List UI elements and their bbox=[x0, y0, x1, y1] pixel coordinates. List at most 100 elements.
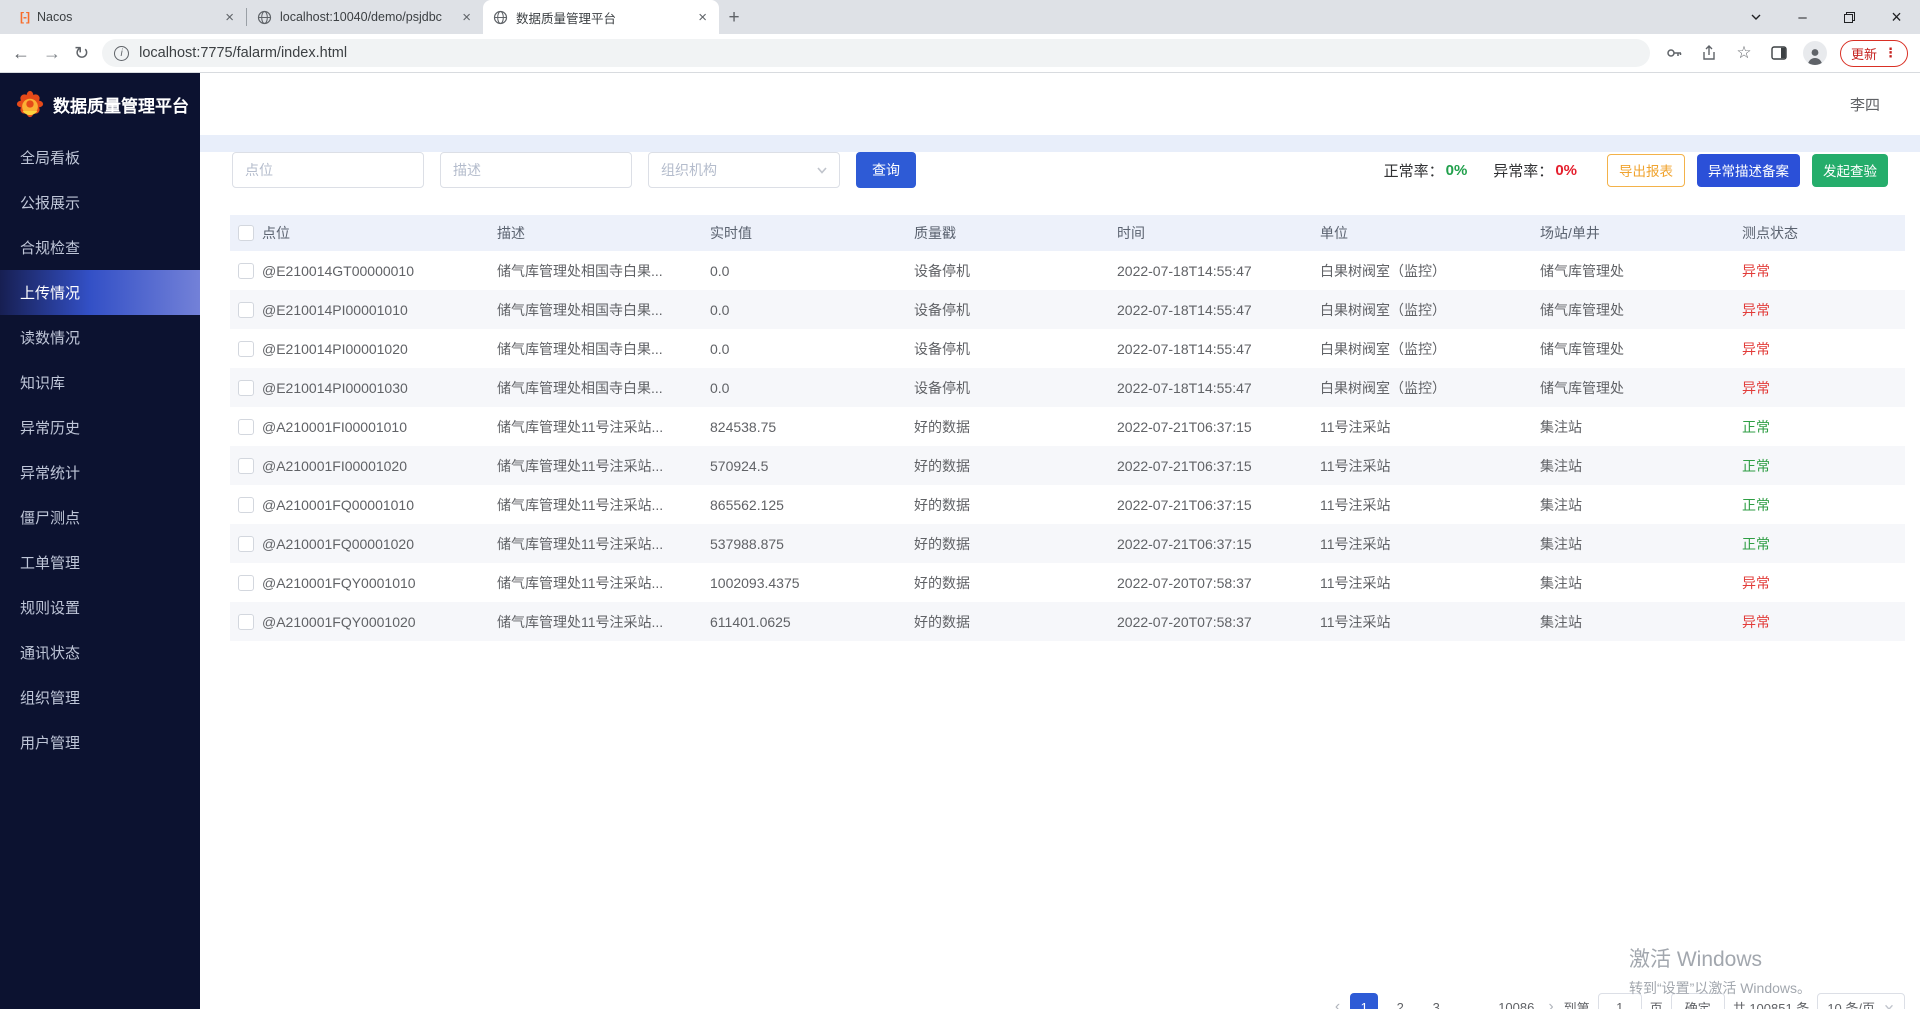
profile-avatar[interactable] bbox=[1803, 41, 1827, 65]
select-all-checkbox[interactable] bbox=[230, 225, 262, 241]
password-key-icon[interactable] bbox=[1663, 44, 1685, 62]
row-checkbox[interactable] bbox=[230, 380, 262, 396]
bookmark-star-icon[interactable]: ☆ bbox=[1733, 43, 1755, 63]
petro-flower-logo-icon bbox=[16, 90, 44, 118]
browser-menu-dots-icon[interactable]: ⋮ bbox=[1884, 45, 1897, 61]
per-page-select[interactable]: 10 条/页 bbox=[1817, 993, 1905, 1009]
cell-quality: 好的数据 bbox=[914, 417, 1117, 437]
sidebar-item[interactable]: 公报展示 bbox=[0, 180, 200, 225]
col-header-desc: 描述 bbox=[497, 223, 710, 243]
sidebar-item[interactable]: 上传情况 bbox=[0, 270, 200, 315]
sidebar-item[interactable]: 异常历史 bbox=[0, 405, 200, 450]
share-icon[interactable] bbox=[1698, 44, 1720, 62]
site-info-icon[interactable]: i bbox=[114, 46, 129, 61]
cell-unit: 11号注采站 bbox=[1320, 417, 1540, 437]
row-checkbox[interactable] bbox=[230, 341, 262, 357]
close-tab-icon[interactable]: × bbox=[223, 9, 236, 26]
sidebar-item[interactable]: 知识库 bbox=[0, 360, 200, 405]
filter-bar: 组织机构 查询 正常率： 0% 异常率： 0% 导出报表 异常描述备案 发起查验 bbox=[232, 152, 1888, 188]
page-number[interactable]: 2 bbox=[1386, 993, 1414, 1009]
page-number[interactable]: 1 bbox=[1350, 993, 1378, 1009]
sidebar-item[interactable]: 读数情况 bbox=[0, 315, 200, 360]
globe-icon bbox=[257, 10, 272, 25]
sidebar-item[interactable]: 规则设置 bbox=[0, 585, 200, 630]
sidebar-item-label: 规则设置 bbox=[20, 597, 80, 618]
side-panel-icon[interactable] bbox=[1768, 44, 1790, 62]
table-row: @E210014PI00001020 储气库管理处相国寺白果... 0.0 设备… bbox=[230, 329, 1905, 368]
chevron-down-icon bbox=[815, 163, 829, 177]
close-tab-icon[interactable]: × bbox=[696, 9, 709, 26]
description-input[interactable] bbox=[440, 152, 632, 188]
tab-title: localhost:10040/demo/psjdbc bbox=[280, 10, 452, 24]
current-user[interactable]: 李四 bbox=[1850, 94, 1880, 115]
organization-select[interactable]: 组织机构 bbox=[648, 152, 840, 188]
row-checkbox[interactable] bbox=[230, 458, 262, 474]
table-row: @A210001FQY0001020 储气库管理处11号注采站... 61140… bbox=[230, 602, 1905, 641]
address-bar[interactable]: i localhost:7775/falarm/index.html bbox=[102, 39, 1650, 67]
sidebar-item[interactable]: 僵尸测点 bbox=[0, 495, 200, 540]
app-header: 李四 bbox=[200, 73, 1920, 135]
sidebar-item[interactable]: 组织管理 bbox=[0, 675, 200, 720]
row-checkbox[interactable] bbox=[230, 263, 262, 279]
page-number[interactable]: 10086 bbox=[1494, 993, 1538, 1009]
browser-tab[interactable]: [-] localhost:10040/demo/psjdbc × bbox=[247, 0, 483, 34]
sidebar-item[interactable]: 用户管理 bbox=[0, 720, 200, 765]
forward-icon[interactable]: → bbox=[43, 43, 61, 64]
cell-unit: 11号注采站 bbox=[1320, 456, 1540, 476]
sidebar-menu: 全局看板 公报展示 合规检查 上传情况 读数情况 知识库 异常历史 异常统计 僵… bbox=[0, 135, 200, 765]
cell-unit: 白果树阀室（监控） bbox=[1320, 339, 1540, 359]
cell-point: @E210014PI00001030 bbox=[262, 380, 497, 396]
cell-station: 集注站 bbox=[1540, 495, 1742, 515]
row-checkbox[interactable] bbox=[230, 419, 262, 435]
sidebar-item[interactable]: 通讯状态 bbox=[0, 630, 200, 675]
cell-desc: 储气库管理处11号注采站... bbox=[497, 495, 710, 515]
browser-update-button[interactable]: 更新 ⋮ bbox=[1840, 40, 1908, 67]
app-title: 数据质量管理平台 bbox=[53, 92, 189, 117]
next-page-icon[interactable]: › bbox=[1546, 998, 1555, 1009]
sidebar-item[interactable]: 全局看板 bbox=[0, 135, 200, 180]
cell-point: @A210001FQ00001010 bbox=[262, 497, 497, 513]
sidebar-item[interactable]: 合规检查 bbox=[0, 225, 200, 270]
cell-station: 储气库管理处 bbox=[1540, 300, 1742, 320]
close-tab-icon[interactable]: × bbox=[460, 9, 473, 26]
restore-icon[interactable] bbox=[1826, 0, 1873, 34]
pagination-bar: ‹ 1 2 3 ... 10086 › 到第 页 确定 共 100851 条 1… bbox=[1333, 993, 1905, 1009]
sidebar-item[interactable]: 工单管理 bbox=[0, 540, 200, 585]
cell-value: 537988.875 bbox=[710, 536, 914, 552]
cell-unit: 11号注采站 bbox=[1320, 612, 1540, 632]
cell-status: 正常 bbox=[1742, 495, 1905, 515]
row-checkbox[interactable] bbox=[230, 302, 262, 318]
cell-status: 异常 bbox=[1742, 339, 1905, 359]
prev-page-icon[interactable]: ‹ bbox=[1333, 998, 1342, 1009]
window-menu-chevron-icon[interactable] bbox=[1732, 0, 1779, 34]
globe-icon bbox=[493, 10, 508, 25]
row-checkbox[interactable] bbox=[230, 614, 262, 630]
sidebar-item-label: 异常历史 bbox=[20, 417, 80, 438]
export-report-button[interactable]: 导出报表 bbox=[1607, 154, 1685, 187]
browser-tab[interactable]: [-] 数据质量管理平台 × bbox=[483, 0, 719, 34]
cell-desc: 储气库管理处11号注采站... bbox=[497, 573, 710, 593]
back-icon[interactable]: ← bbox=[12, 43, 30, 64]
cell-unit: 11号注采站 bbox=[1320, 573, 1540, 593]
page-number[interactable]: 3 bbox=[1422, 993, 1450, 1009]
minimize-icon[interactable]: – bbox=[1779, 0, 1826, 34]
point-input[interactable] bbox=[232, 152, 424, 188]
cell-desc: 储气库管理处相国寺白果... bbox=[497, 261, 710, 281]
cell-quality: 设备停机 bbox=[914, 300, 1117, 320]
sidebar-item[interactable]: 异常统计 bbox=[0, 450, 200, 495]
cell-value: 865562.125 bbox=[710, 497, 914, 513]
table-row: @A210001FQ00001020 储气库管理处11号注采站... 53798… bbox=[230, 524, 1905, 563]
sidebar-item-label: 组织管理 bbox=[20, 687, 80, 708]
row-checkbox[interactable] bbox=[230, 497, 262, 513]
page-number[interactable]: ... bbox=[1458, 993, 1486, 1009]
browser-tab[interactable]: [-] Nacos × bbox=[10, 0, 246, 34]
search-button[interactable]: 查询 bbox=[856, 152, 916, 188]
start-inspection-button[interactable]: 发起查验 bbox=[1812, 154, 1888, 187]
new-tab-button[interactable]: + bbox=[719, 4, 749, 32]
row-checkbox[interactable] bbox=[230, 536, 262, 552]
abnormal-record-button[interactable]: 异常描述备案 bbox=[1697, 154, 1800, 187]
cell-status: 异常 bbox=[1742, 378, 1905, 398]
refresh-icon[interactable]: ↻ bbox=[74, 43, 89, 64]
row-checkbox[interactable] bbox=[230, 575, 262, 591]
close-window-icon[interactable]: × bbox=[1873, 0, 1920, 34]
